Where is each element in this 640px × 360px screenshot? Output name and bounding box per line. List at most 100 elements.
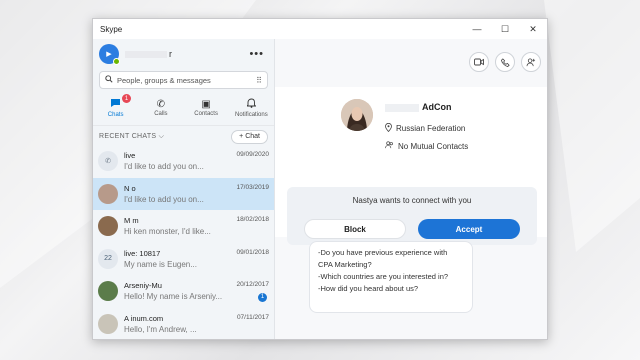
contact-name: AdCon: [385, 102, 452, 112]
search-input[interactable]: People, groups & messages ⠿: [99, 71, 268, 89]
skype-window: Skype — ☐ ✕ ▶ r ••• People, groups & mes…: [92, 18, 548, 340]
unread-badge: 1: [122, 94, 131, 103]
conversation-pane: AdCon Russian Federation No Mutual Conta…: [275, 39, 547, 339]
message-bubble: -Do you have previous experience with CP…: [309, 241, 473, 313]
chat-name: M m: [124, 216, 139, 226]
nav-tabs: Chats 1 ✆ Calls ▣ Contacts Notifications: [93, 93, 274, 123]
chat-body: Arseniy-Mu 20/12/2017 Hello! My name is Ar…: [124, 281, 269, 301]
window-title: Skype: [100, 24, 123, 34]
chat-body: live: 10817 09/01/2018 My name is Eugen...: [124, 249, 269, 269]
tab-notifications[interactable]: Notifications: [229, 93, 274, 123]
redacted-name: [125, 51, 167, 59]
bell-icon: [245, 98, 257, 112]
tab-label: Notifications: [235, 112, 268, 118]
location-pin-icon: [385, 122, 392, 134]
block-button[interactable]: Block: [304, 219, 406, 239]
chat-name-row: A inum.com 07/11/2017: [124, 314, 269, 323]
chat-body: N o 17/03/2019 I'd like to add you on...: [124, 184, 269, 204]
contacts-icon: [385, 141, 394, 151]
video-call-button[interactable]: [469, 52, 489, 72]
tab-label: Chats: [107, 112, 124, 118]
chat-name-row: Arseniy-Mu 20/12/2017: [124, 281, 269, 290]
dialpad-icon[interactable]: ⠿: [256, 76, 262, 85]
recent-chats-dropdown[interactable]: RECENT CHATS ⌵: [99, 133, 164, 141]
chat-name: live: [124, 151, 136, 161]
avatar-glyph: 22: [104, 255, 112, 263]
accept-button[interactable]: Accept: [418, 219, 520, 239]
more-options-button[interactable]: •••: [245, 48, 268, 60]
chat-body: A inum.com 07/11/2017 Hello, I'm Andrew, .…: [124, 314, 269, 334]
mutual-contacts-text: No Mutual Contacts: [398, 141, 469, 151]
message-line: CPA Marketing?: [318, 260, 372, 269]
chat-date: 09/09/2020: [236, 151, 269, 159]
request-text: Nastya wants to connect with you: [352, 196, 472, 205]
message-line: -Do you have previous experience with: [318, 248, 448, 257]
chat-date: 17/03/2019: [236, 183, 269, 191]
title-bar: Skype — ☐ ✕: [93, 19, 547, 39]
message-line: -How did you heard about us?: [318, 284, 419, 293]
tab-calls[interactable]: ✆ Calls: [138, 93, 183, 123]
chat-avatar: [98, 216, 118, 237]
chat-body: M m 18/02/2018 Hi ken monster, I'd like...: [124, 216, 269, 236]
avatar-glyph: ✆: [105, 158, 111, 166]
video-call-icon: [474, 58, 484, 66]
sidebar: ▶ r ••• People, groups & messages ⠿ Chat…: [93, 39, 275, 339]
search-placeholder: People, groups & messages: [117, 75, 211, 85]
chat-preview: Hello, I'm Andrew, ...: [124, 324, 197, 334]
redacted-name: [385, 103, 419, 112]
chat-avatar: ✆: [98, 151, 118, 172]
chat-date: 09/01/2018: [236, 248, 269, 256]
contact-request-panel: Nastya wants to connect with you Block A…: [287, 187, 537, 245]
chat-name-row: live 09/09/2020: [124, 151, 269, 160]
add-participant-button[interactable]: [521, 52, 541, 72]
chat-date: 18/02/2018: [236, 216, 269, 224]
profile-row: ▶ r •••: [93, 39, 274, 69]
contact-avatar[interactable]: [341, 99, 373, 131]
chat-preview: I'd like to add you on...: [124, 162, 204, 172]
minimize-button[interactable]: —: [463, 19, 491, 39]
tab-label: Contacts: [194, 111, 218, 117]
chat-date: 07/11/2017: [236, 313, 269, 321]
my-name[interactable]: r: [125, 49, 245, 59]
conversation-header: [275, 39, 547, 85]
chat-list-item[interactable]: A inum.com 07/11/2017 Hello, I'm Andrew, .…: [93, 308, 274, 340]
chat-avatar: [98, 281, 118, 302]
chat-list-item[interactable]: ✆ live 09/09/2020 I'd like to add you on...: [93, 145, 274, 178]
location-text: Russian Federation: [396, 124, 466, 133]
chat-name-row: live: 10817 09/01/2018: [124, 249, 269, 258]
tab-chats[interactable]: Chats 1: [93, 93, 138, 123]
chat-name-row: M m 18/02/2018: [124, 216, 269, 225]
chat-icon: [110, 98, 121, 112]
chat-list-item[interactable]: M m 18/02/2018 Hi ken monster, I'd like...: [93, 210, 274, 243]
chat-list-item[interactable]: 22 live: 10817 09/01/2018 My name is Eugen.…: [93, 243, 274, 276]
tab-contacts[interactable]: ▣ Contacts: [184, 93, 229, 123]
contact-location: Russian Federation: [385, 122, 466, 134]
chat-list-item[interactable]: Arseniy-Mu 20/12/2017 Hello! My name is Ar…: [93, 275, 274, 308]
chat-list-item[interactable]: N o 17/03/2019 I'd like to add you on...: [93, 177, 274, 210]
recent-chats-header: RECENT CHATS ⌵ + Chat: [93, 125, 274, 147]
chat-name-row: N o 17/03/2019: [124, 184, 269, 193]
maximize-button[interactable]: ☐: [491, 19, 519, 39]
chat-preview: I'd like to add you on...: [124, 194, 204, 204]
chat-preview: My name is Eugen...: [124, 259, 197, 269]
chat-avatar: 22: [98, 248, 118, 269]
audio-call-button[interactable]: [495, 52, 515, 72]
online-status-icon: [113, 58, 120, 65]
chat-preview: Hello! My name is Arseniy...: [124, 292, 223, 302]
chat-name: N o: [124, 183, 136, 193]
close-button[interactable]: ✕: [519, 19, 547, 39]
contact-name-suffix: AdCon: [422, 102, 452, 112]
contacts-icon: ▣: [201, 99, 211, 110]
phone-icon: [500, 57, 510, 67]
chat-body: live 09/09/2020 I'd like to add you on...: [124, 151, 269, 171]
name-suffix: r: [169, 49, 172, 59]
chat-date: 20/12/2017: [236, 281, 269, 289]
chat-list: ✆ live 09/09/2020 I'd like to add you on...…: [93, 145, 274, 339]
new-chat-button[interactable]: + Chat: [231, 129, 268, 144]
phone-icon: ✆: [156, 99, 166, 110]
my-avatar[interactable]: ▶: [99, 44, 120, 65]
video-icon: ▶: [106, 51, 112, 58]
tab-label: Calls: [154, 111, 168, 117]
contact-mutual: No Mutual Contacts: [385, 141, 468, 151]
unread-badge: 1: [258, 292, 267, 302]
